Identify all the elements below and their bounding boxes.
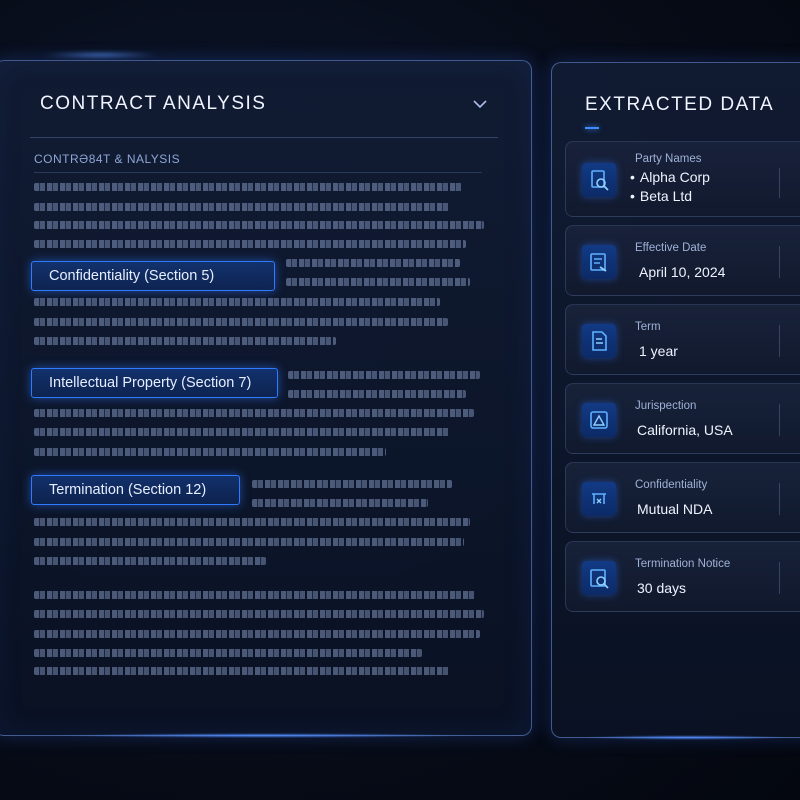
chevron-down-icon[interactable] [472, 96, 488, 112]
document-text-line [252, 480, 452, 488]
document-text-line [34, 667, 450, 675]
document-text-line [34, 203, 450, 211]
card-divider [779, 562, 780, 594]
panel-title: CONTRACT ANALYSIS [40, 93, 267, 114]
party-item: Alpha Corp [630, 168, 710, 187]
clause-termination[interactable]: Termination (Section 12) [31, 475, 240, 505]
card-divider [779, 325, 780, 357]
card-divider [779, 404, 780, 436]
document-text-line [34, 557, 266, 565]
card-divider [779, 168, 780, 198]
title-divider [30, 137, 498, 138]
card-label: Term [635, 321, 661, 333]
document-text-line [34, 428, 450, 436]
document-text-line [252, 499, 428, 507]
calendar-icon [582, 245, 616, 279]
document-text-line [34, 221, 484, 229]
card-term[interactable]: Term 1 year [565, 304, 800, 375]
party-list: Alpha Corp Beta Ltd [630, 168, 710, 206]
card-value: April 10, 2024 [639, 264, 726, 280]
extracted-data-title: EXTRACTED DATA [585, 94, 775, 115]
document-text-line [34, 318, 448, 326]
card-label: Effective Date [635, 242, 707, 254]
card-label: Party Names [635, 153, 702, 165]
card-value: 30 days [637, 580, 687, 596]
document-text-line [288, 390, 466, 398]
document-text-line [288, 371, 480, 379]
top-glow [40, 52, 160, 58]
confidentiality-icon [582, 482, 616, 516]
termination-icon [582, 561, 616, 595]
card-label: Jurispection [635, 400, 697, 412]
card-label: Termination Notice [635, 558, 731, 570]
subheading-divider [34, 172, 482, 173]
document-text-line [34, 538, 464, 546]
card-divider [779, 246, 780, 278]
card-party-names[interactable]: Party Names Alpha Corp Beta Ltd [565, 141, 800, 217]
card-effective-date[interactable]: Effective Date April 10, 2024 [565, 225, 800, 296]
card-divider [779, 483, 780, 515]
document-text-line [34, 518, 470, 526]
document-text-line [34, 610, 484, 618]
document-text-line [286, 278, 470, 286]
card-value: California, USA [637, 422, 733, 438]
document-text-line [34, 448, 386, 456]
title-accent-bar [585, 127, 599, 129]
section-subheading: CONTRƏ84T & NALYSIS [34, 152, 181, 166]
card-confidentiality[interactable]: Confidentiality Mutual NDA [565, 462, 800, 533]
party-item: Beta Ltd [630, 187, 710, 206]
card-termination-notice[interactable]: Termination Notice 30 days [565, 541, 800, 612]
document-text-line [286, 259, 460, 267]
card-value: 1 year [639, 343, 678, 359]
document-text-line [34, 630, 480, 638]
document-text-line [34, 649, 422, 657]
document-text-line [34, 240, 466, 248]
document-text-line [34, 409, 474, 417]
document-text-line [34, 337, 336, 345]
clause-intellectual-property[interactable]: Intellectual Property (Section 7) [31, 368, 278, 398]
document-text-line [34, 298, 440, 306]
card-jurisdiction[interactable]: Jurispection California, USA [565, 383, 800, 454]
clause-confidentiality[interactable]: Confidentiality (Section 5) [31, 261, 275, 291]
search-document-icon [582, 163, 616, 197]
document-icon [582, 324, 616, 358]
document-text-line [34, 183, 462, 191]
document-text-line [34, 591, 476, 599]
card-value: Mutual NDA [637, 501, 713, 517]
jurisdiction-icon [582, 403, 616, 437]
card-label: Confidentiality [635, 479, 708, 491]
